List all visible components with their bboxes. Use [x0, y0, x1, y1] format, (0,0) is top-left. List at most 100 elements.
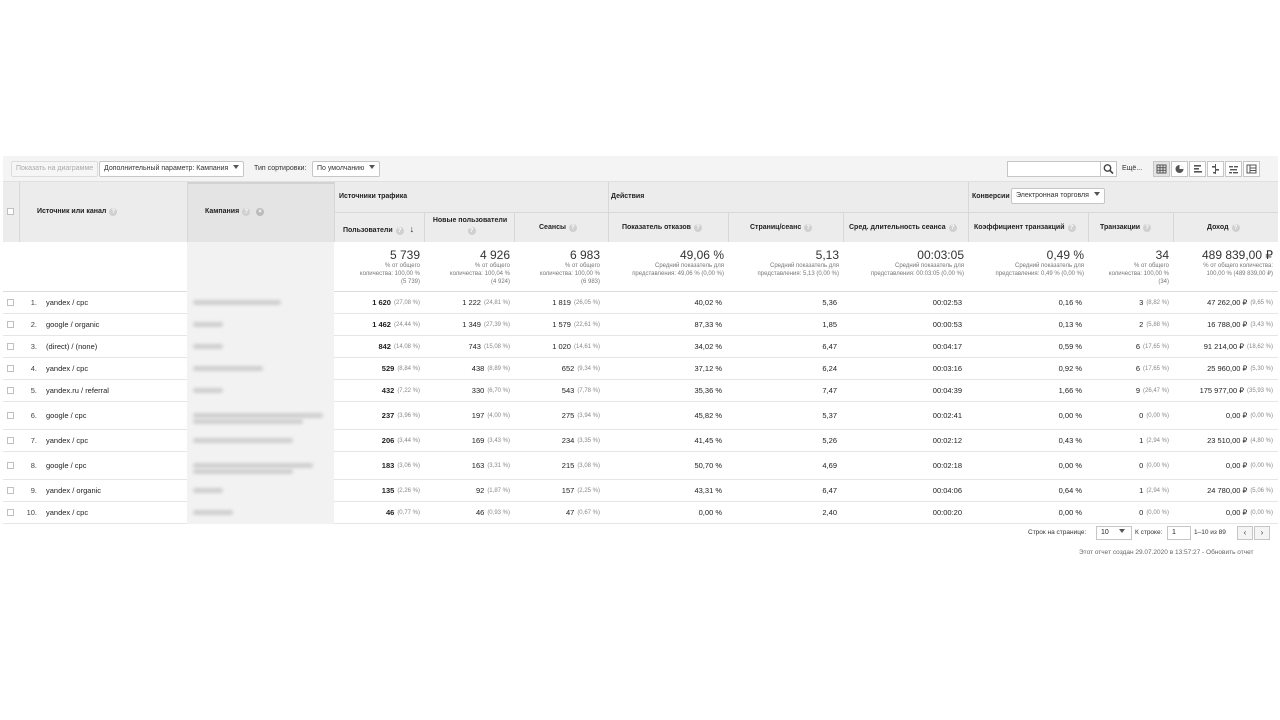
- help-icon[interactable]: ?: [109, 208, 118, 216]
- source-channel-link[interactable]: (direct) / (none): [46, 336, 186, 357]
- rows-per-page-select[interactable]: 10: [1096, 526, 1132, 540]
- table-row[interactable]: 10. yandex / cpc 46 (0,77 %) 46 (0,93 %) 47 (0,…: [3, 502, 1278, 524]
- row-checkbox[interactable]: [7, 299, 14, 306]
- row-checkbox[interactable]: [7, 462, 14, 469]
- table-search-input[interactable]: [1007, 161, 1101, 177]
- total-new-users-note: (4 924): [490, 279, 510, 285]
- cell-duration-value: 00:02:41: [932, 411, 962, 420]
- view-term-cloud-icon: [1229, 166, 1238, 174]
- source-channel-link[interactable]: yandex / cpc: [46, 430, 186, 451]
- table-row[interactable]: 3. (direct) / (none) 842 (14,08 %) 743 (15,08…: [3, 336, 1278, 358]
- help-icon[interactable]: ?: [693, 224, 702, 232]
- col-avg-duration-label: Сред. длительность сеанса: [849, 224, 946, 231]
- row-index: 9.: [30, 486, 37, 495]
- conversions-dropdown[interactable]: Электронная торговля: [1011, 188, 1105, 204]
- table-row[interactable]: 6. google / cpc 237 (3,96 %) 197 (4,00 %) 275(…: [3, 402, 1278, 430]
- campaign-cell: [187, 402, 334, 430]
- cell-new-users: 197 (4,00 %): [428, 402, 510, 429]
- more-link[interactable]: Ещё...: [1122, 161, 1142, 177]
- col-avg-duration[interactable]: Сред. длительность сеанса?: [849, 224, 957, 232]
- source-channel-link[interactable]: yandex / cpc: [46, 292, 186, 313]
- sort-type-dropdown[interactable]: По умолчанию: [312, 161, 381, 177]
- help-icon[interactable]: ?: [804, 224, 813, 232]
- sort-desc-icon[interactable]: ↓: [410, 224, 415, 234]
- table-row[interactable]: 7. yandex / cpc 206 (3,44 %) 169 (3,43 %) 234(…: [3, 430, 1278, 452]
- cell-pages: 6,24: [732, 358, 837, 379]
- row-checkbox[interactable]: [7, 487, 14, 494]
- help-icon[interactable]: ?: [1067, 224, 1076, 232]
- col-sessions[interactable]: Сеансы?: [539, 224, 577, 232]
- row-checkbox[interactable]: [7, 343, 14, 350]
- cell-duration-value: 00:04:39: [932, 386, 962, 395]
- goto-row-input[interactable]: 1: [1167, 526, 1191, 540]
- source-channel-link[interactable]: google / cpc: [46, 402, 186, 429]
- view-term-cloud-button[interactable]: [1225, 161, 1242, 177]
- row-checkbox[interactable]: [7, 509, 14, 516]
- cell-transactions-pct: (0,00 %): [1146, 412, 1169, 419]
- row-checkbox[interactable]: [7, 321, 14, 328]
- source-channel-link[interactable]: google / organic: [46, 314, 186, 335]
- help-icon[interactable]: ?: [467, 227, 476, 235]
- source-channel-link[interactable]: yandex.ru / referral: [46, 380, 186, 401]
- row-checkbox[interactable]: [7, 387, 14, 394]
- source-channel-link[interactable]: yandex / organic: [46, 480, 186, 501]
- rows-per-page-value: 10: [1101, 529, 1109, 536]
- row-index: 2.: [30, 320, 37, 329]
- table-row[interactable]: 9. yandex / organic 135 (2,26 %) 92 (1,87 %) 1…: [3, 480, 1278, 502]
- cell-users-pct: (3,96 %): [397, 412, 420, 419]
- secondary-dimension-dropdown[interactable]: Дополнительный параметр: Кампания: [99, 161, 245, 177]
- view-table-button[interactable]: [1153, 161, 1170, 177]
- sort-type-value: По умолчанию: [317, 165, 365, 172]
- cell-revenue-pct: (0,00 %): [1250, 509, 1273, 516]
- row-checkbox[interactable]: [7, 437, 14, 444]
- help-icon[interactable]: ?: [1231, 224, 1240, 232]
- row-checkbox[interactable]: [7, 412, 14, 419]
- view-pie-button[interactable]: [1171, 161, 1188, 177]
- cell-duration-value: 00:04:17: [932, 342, 962, 351]
- cell-users-value: 1 620: [372, 298, 391, 307]
- table-row[interactable]: 1. yandex / cpc 1 620 (27,08 %) 1 222 (24,81 …: [3, 292, 1278, 314]
- view-bar-button[interactable]: [1189, 161, 1206, 177]
- view-comparison-button[interactable]: [1207, 161, 1224, 177]
- row-checkbox-cell: [7, 292, 17, 313]
- view-pivot-button[interactable]: [1243, 161, 1260, 177]
- campaign-redacted: [193, 510, 233, 515]
- cell-pages: 5,26: [732, 430, 837, 451]
- cell-revenue: 16 788,00 ₽ (3,43 %): [1177, 314, 1273, 335]
- col-transactions[interactable]: Транзакции?: [1100, 224, 1152, 232]
- col-conversion-rate[interactable]: Коэффициент транзакций?: [974, 224, 1076, 232]
- search-button[interactable]: [1100, 161, 1117, 177]
- cell-pages: 7,47: [732, 380, 837, 401]
- col-bounce-rate[interactable]: Показатель отказов?: [622, 224, 702, 232]
- col-revenue[interactable]: Доход?: [1207, 224, 1240, 232]
- remove-dimension-icon[interactable]: ×: [256, 208, 265, 216]
- row-checkbox[interactable]: [7, 365, 14, 372]
- cell-pages: 5,36: [732, 292, 837, 313]
- source-channel-link[interactable]: yandex / cpc: [46, 358, 186, 379]
- cell-new-users-value: 46: [475, 508, 485, 517]
- col-users[interactable]: Пользователи? ↓: [343, 224, 414, 235]
- next-page-button[interactable]: ›: [1254, 526, 1270, 540]
- table-row[interactable]: 2. google / organic 1 462 (24,44 %) 1 349 (27…: [3, 314, 1278, 336]
- col-campaign[interactable]: Кампания? ×: [205, 208, 265, 216]
- prev-page-button[interactable]: ‹: [1237, 526, 1253, 540]
- show-on-chart-button[interactable]: Показать на диаграмме: [11, 161, 99, 177]
- group-conversions: Конверсии: [972, 193, 1010, 200]
- col-source-channel[interactable]: Источник или канал?: [37, 208, 118, 216]
- help-icon[interactable]: ?: [948, 224, 957, 232]
- help-icon[interactable]: ?: [395, 227, 404, 235]
- row-checkbox-cell: [7, 480, 17, 501]
- col-pages-per-session[interactable]: Страниц/сеанс?: [750, 224, 813, 232]
- table-row[interactable]: 5. yandex.ru / referral 432 (7,22 %) 330 (6,7…: [3, 380, 1278, 402]
- help-icon[interactable]: ?: [242, 208, 251, 216]
- cell-revenue-pct: (18,62 %): [1246, 343, 1273, 350]
- source-channel-link[interactable]: yandex / cpc: [46, 502, 186, 523]
- select-all-checkbox[interactable]: [7, 208, 14, 215]
- help-icon[interactable]: ?: [1143, 224, 1152, 232]
- source-channel-link[interactable]: google / cpc: [46, 452, 186, 479]
- help-icon[interactable]: ?: [568, 224, 577, 232]
- col-new-users[interactable]: Новые пользователи?: [431, 216, 509, 236]
- cell-transactions-pct: (17,65 %): [1142, 365, 1169, 372]
- table-row[interactable]: 4. yandex / cpc 529 (8,84 %) 438 (8,89 %) 652(…: [3, 358, 1278, 380]
- table-row[interactable]: 8. google / cpc 183 (3,06 %) 163 (3,31 %) 215(…: [3, 452, 1278, 480]
